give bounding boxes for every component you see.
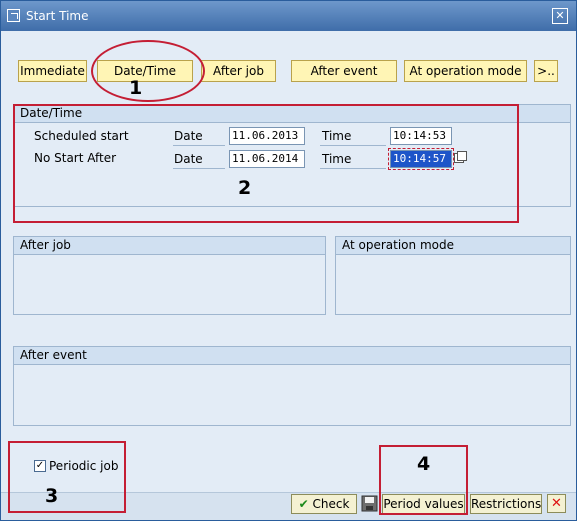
- after-event-button[interactable]: After event: [291, 60, 397, 82]
- restrictions-button[interactable]: Restrictions: [470, 494, 542, 514]
- cancel-icon[interactable]: ✕: [547, 494, 566, 513]
- after-job-button[interactable]: After job: [201, 60, 276, 82]
- annotation-number-1: 1: [129, 77, 143, 99]
- immediate-button[interactable]: Immediate: [18, 60, 87, 82]
- start-time-dialog: Start Time ✕ Immediate Date/Time After j…: [0, 0, 577, 521]
- annotation-ellipse-1: [91, 40, 205, 102]
- at-operation-mode-button[interactable]: At operation mode: [404, 60, 527, 82]
- after-job-group-title: After job: [14, 237, 325, 255]
- annotation-number-4: 4: [417, 453, 431, 475]
- annotation-box-3: [8, 441, 126, 513]
- save-icon[interactable]: [361, 495, 378, 512]
- annotation-number-2: 2: [238, 177, 252, 199]
- at-operation-mode-group-title: At operation mode: [336, 237, 570, 255]
- title-bar: Start Time ✕: [1, 1, 576, 31]
- annotation-highlight-time: [388, 148, 454, 170]
- after-event-group: After event: [13, 346, 571, 426]
- after-event-group-title: After event: [14, 347, 570, 365]
- annotation-number-3: 3: [45, 485, 59, 507]
- window-title: Start Time: [26, 9, 89, 23]
- close-icon[interactable]: ✕: [552, 8, 568, 24]
- check-button-label: Check: [312, 497, 350, 511]
- more-button[interactable]: >..: [534, 60, 558, 82]
- after-job-group: After job: [13, 236, 326, 315]
- checkmark-icon: ✔: [298, 497, 309, 511]
- at-operation-mode-group: At operation mode: [335, 236, 571, 315]
- check-button[interactable]: ✔ Check: [291, 494, 357, 514]
- dialog-icon: [7, 9, 20, 22]
